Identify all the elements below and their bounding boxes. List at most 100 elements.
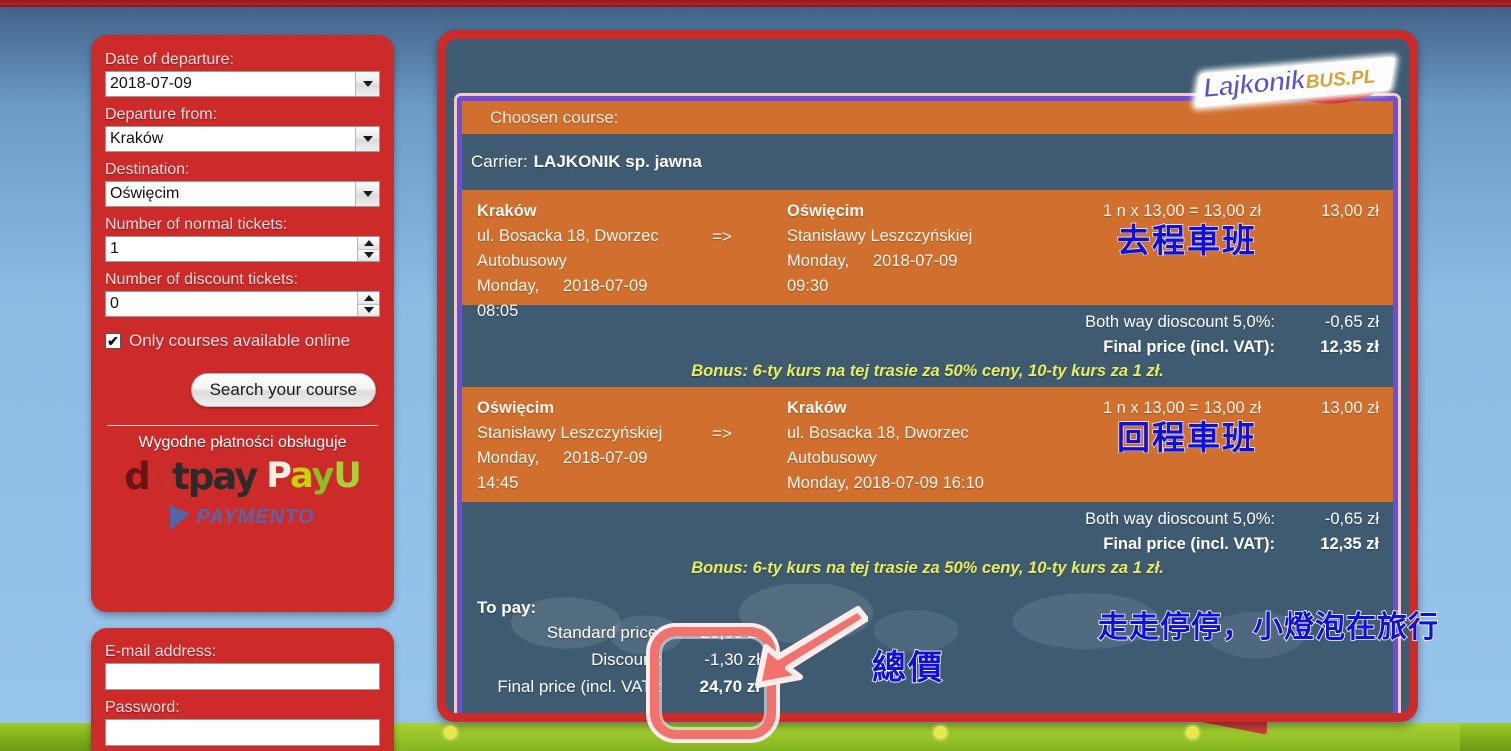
payments-title: Wygodne płatności obsługuje — [138, 434, 347, 451]
bonus-note: Bonus: 6-ty kurs na tej trasie za 50% ce… — [691, 559, 1164, 577]
journey-leg-outbound[interactable]: Kraków ul. Bosacka 18, Dworzec Autobusow… — [462, 190, 1393, 320]
annotation-outbound-cjk: 去程車班 — [1116, 221, 1257, 260]
search-form-panel: Date of departure: 2018-07-09 Departure … — [91, 35, 394, 612]
destination-date: 2018-07-09 — [873, 252, 958, 270]
chevron-down-icon[interactable] — [355, 182, 379, 206]
leg-origin: Oświęcim Stanisławy Leszczyńskiej Monday… — [477, 396, 707, 496]
discount-amount: -0,65 zł — [1324, 510, 1379, 528]
normal-tickets-value: 1 — [110, 240, 119, 257]
dotpay-d: d — [124, 455, 150, 498]
label-discount-tickets: Number of discount tickets: — [105, 271, 298, 288]
final-price-amount: 12,35 zł — [1320, 535, 1379, 553]
login-panel: E-mail address: Password: — [91, 628, 394, 751]
origin-city: Oświęcim — [477, 399, 555, 417]
destination-time: 09:30 — [787, 277, 829, 295]
normal-tickets-stepper[interactable]: 1 — [105, 236, 380, 262]
departure-from-select[interactable]: Kraków — [105, 126, 380, 152]
final-price-label: Final price (incl. VAT): — [1103, 535, 1275, 553]
fee-row-final: Final price (incl. VAT): 12,35 zł — [462, 335, 1393, 360]
road-strip — [390, 723, 1460, 751]
carrier-row: Carrier: LAJKONIK sp. jawna — [462, 134, 1393, 190]
lajkonik-bus-logo: LajkonikBUS.PL — [1194, 56, 1396, 111]
password-field[interactable] — [105, 719, 380, 746]
only-online-label: Only courses available online — [129, 331, 351, 350]
stepper-down-icon[interactable] — [358, 304, 379, 316]
only-online-checkbox-row[interactable]: ✔ Only courses available online — [105, 331, 380, 351]
destination-value: Oświęcim — [110, 185, 180, 202]
direction-arrow-icon: => — [712, 227, 732, 246]
email-field[interactable] — [105, 663, 380, 690]
date-of-departure-select[interactable]: 2018-07-09 — [105, 71, 380, 97]
paymento-mark-icon — [170, 505, 191, 530]
destination-city: Oświęcim — [787, 202, 865, 220]
stepper-buttons[interactable] — [357, 292, 379, 316]
field-normal-tickets: Number of normal tickets: 1 — [105, 214, 380, 262]
departure-from-value: Kraków — [110, 130, 164, 147]
lock-icon: o — [148, 455, 174, 498]
label-date-of-departure: Date of departure: — [105, 51, 234, 68]
final-price-amount: 24,70 zł — [699, 677, 761, 696]
leg-fees-return: Both way dioscount 5,0%: -0,65 zł Final … — [462, 502, 1393, 584]
standard-price-label: Standard price: — [546, 623, 662, 642]
chevron-down-icon[interactable] — [355, 127, 379, 151]
chevron-down-icon[interactable] — [355, 72, 379, 96]
payu-p: P — [266, 456, 291, 496]
field-date-of-departure: Date of departure: 2018-07-09 — [105, 49, 380, 97]
origin-city: Kraków — [477, 202, 537, 220]
lamp-icon — [934, 726, 947, 739]
stepper-up-icon[interactable] — [358, 292, 379, 305]
journey-leg-return[interactable]: Oświęcim Stanisławy Leszczyńskiej Monday… — [462, 387, 1393, 502]
origin-day: Monday, — [477, 449, 540, 467]
final-price-label: Final price (incl. VAT): — [1103, 338, 1275, 356]
annotation-total-price-cjk: 總價 — [871, 647, 944, 689]
dotpay-rest: tpay — [172, 455, 258, 498]
divider — [107, 425, 378, 426]
destination-stop: ul. Bosacka 18, Dworzec Autobusowy — [787, 424, 969, 467]
logo-suffix-text: BUS.PL — [1304, 66, 1377, 94]
origin-time: 14:45 — [477, 474, 519, 492]
discount-label: Discount: — [591, 650, 662, 669]
origin-date: 2018-07-09 — [563, 277, 648, 295]
destination-stop: Stanisławy Leszczyńskiej — [787, 227, 973, 245]
leg-origin: Kraków ul. Bosacka 18, Dworzec Autobusow… — [477, 199, 707, 324]
payu-logo: PayU — [266, 456, 362, 496]
discount-amount: -1,30 zł — [704, 650, 760, 669]
leg-destination: Kraków ul. Bosacka 18, Dworzec Autobusow… — [787, 396, 1027, 496]
payu-u: U — [333, 456, 361, 496]
origin-day: Monday, — [477, 277, 540, 295]
payu-y: y — [311, 456, 335, 496]
payu-a: a — [289, 456, 313, 496]
origin-stop: Stanisławy Leszczyńskiej — [477, 424, 663, 442]
final-price-amount: 12,35 zł — [1320, 338, 1379, 356]
dotpay-logo: dotpay — [124, 455, 258, 498]
destination-day: Monday, — [787, 252, 850, 270]
field-destination: Destination: Oświęcim — [105, 159, 380, 207]
origin-stop: ul. Bosacka 18, Dworzec Autobusowy — [477, 227, 659, 270]
label-normal-tickets: Number of normal tickets: — [105, 216, 288, 233]
lamp-icon — [1186, 726, 1199, 739]
stepper-buttons[interactable] — [357, 237, 379, 261]
field-departure-from: Departure from: Kraków — [105, 104, 380, 152]
discount-tickets-value: 0 — [110, 295, 119, 312]
discount-tickets-stepper[interactable]: 0 — [105, 291, 380, 317]
destination-select[interactable]: Oświęcim — [105, 181, 380, 207]
final-price-label: Final price (incl. VAT): — [497, 677, 662, 696]
origin-time: 08:05 — [477, 302, 519, 320]
destination-city: Kraków — [787, 399, 847, 417]
carrier-label: Carrier: — [471, 152, 528, 171]
annotation-return-cjk: 回程車班 — [1116, 418, 1257, 457]
stepper-up-icon[interactable] — [358, 237, 379, 250]
leg-line-total: 13,00 zł — [1321, 399, 1379, 417]
choosen-course-label: Choosen course: — [490, 107, 619, 127]
payment-logos: dotpay PayU — [105, 458, 380, 495]
fee-row-discount: Both way dioscount 5,0%: -0,65 zł — [462, 507, 1393, 532]
field-discount-tickets: Number of discount tickets: 0 — [105, 269, 380, 317]
carrier-name: LAJKONIK sp. jawna — [533, 152, 702, 171]
leg-line-total: 13,00 zł — [1321, 202, 1379, 220]
checkbox-icon[interactable]: ✔ — [105, 333, 121, 349]
bonus-note: Bonus: 6-ty kurs na tej trasie za 50% ce… — [691, 362, 1164, 380]
annotation-signature-cjk: 走走停停，小燈泡在旅行 — [1097, 609, 1439, 646]
date-of-departure-value: 2018-07-09 — [110, 75, 192, 92]
stepper-down-icon[interactable] — [358, 249, 379, 261]
search-your-course-button[interactable]: Search your course — [190, 373, 376, 407]
